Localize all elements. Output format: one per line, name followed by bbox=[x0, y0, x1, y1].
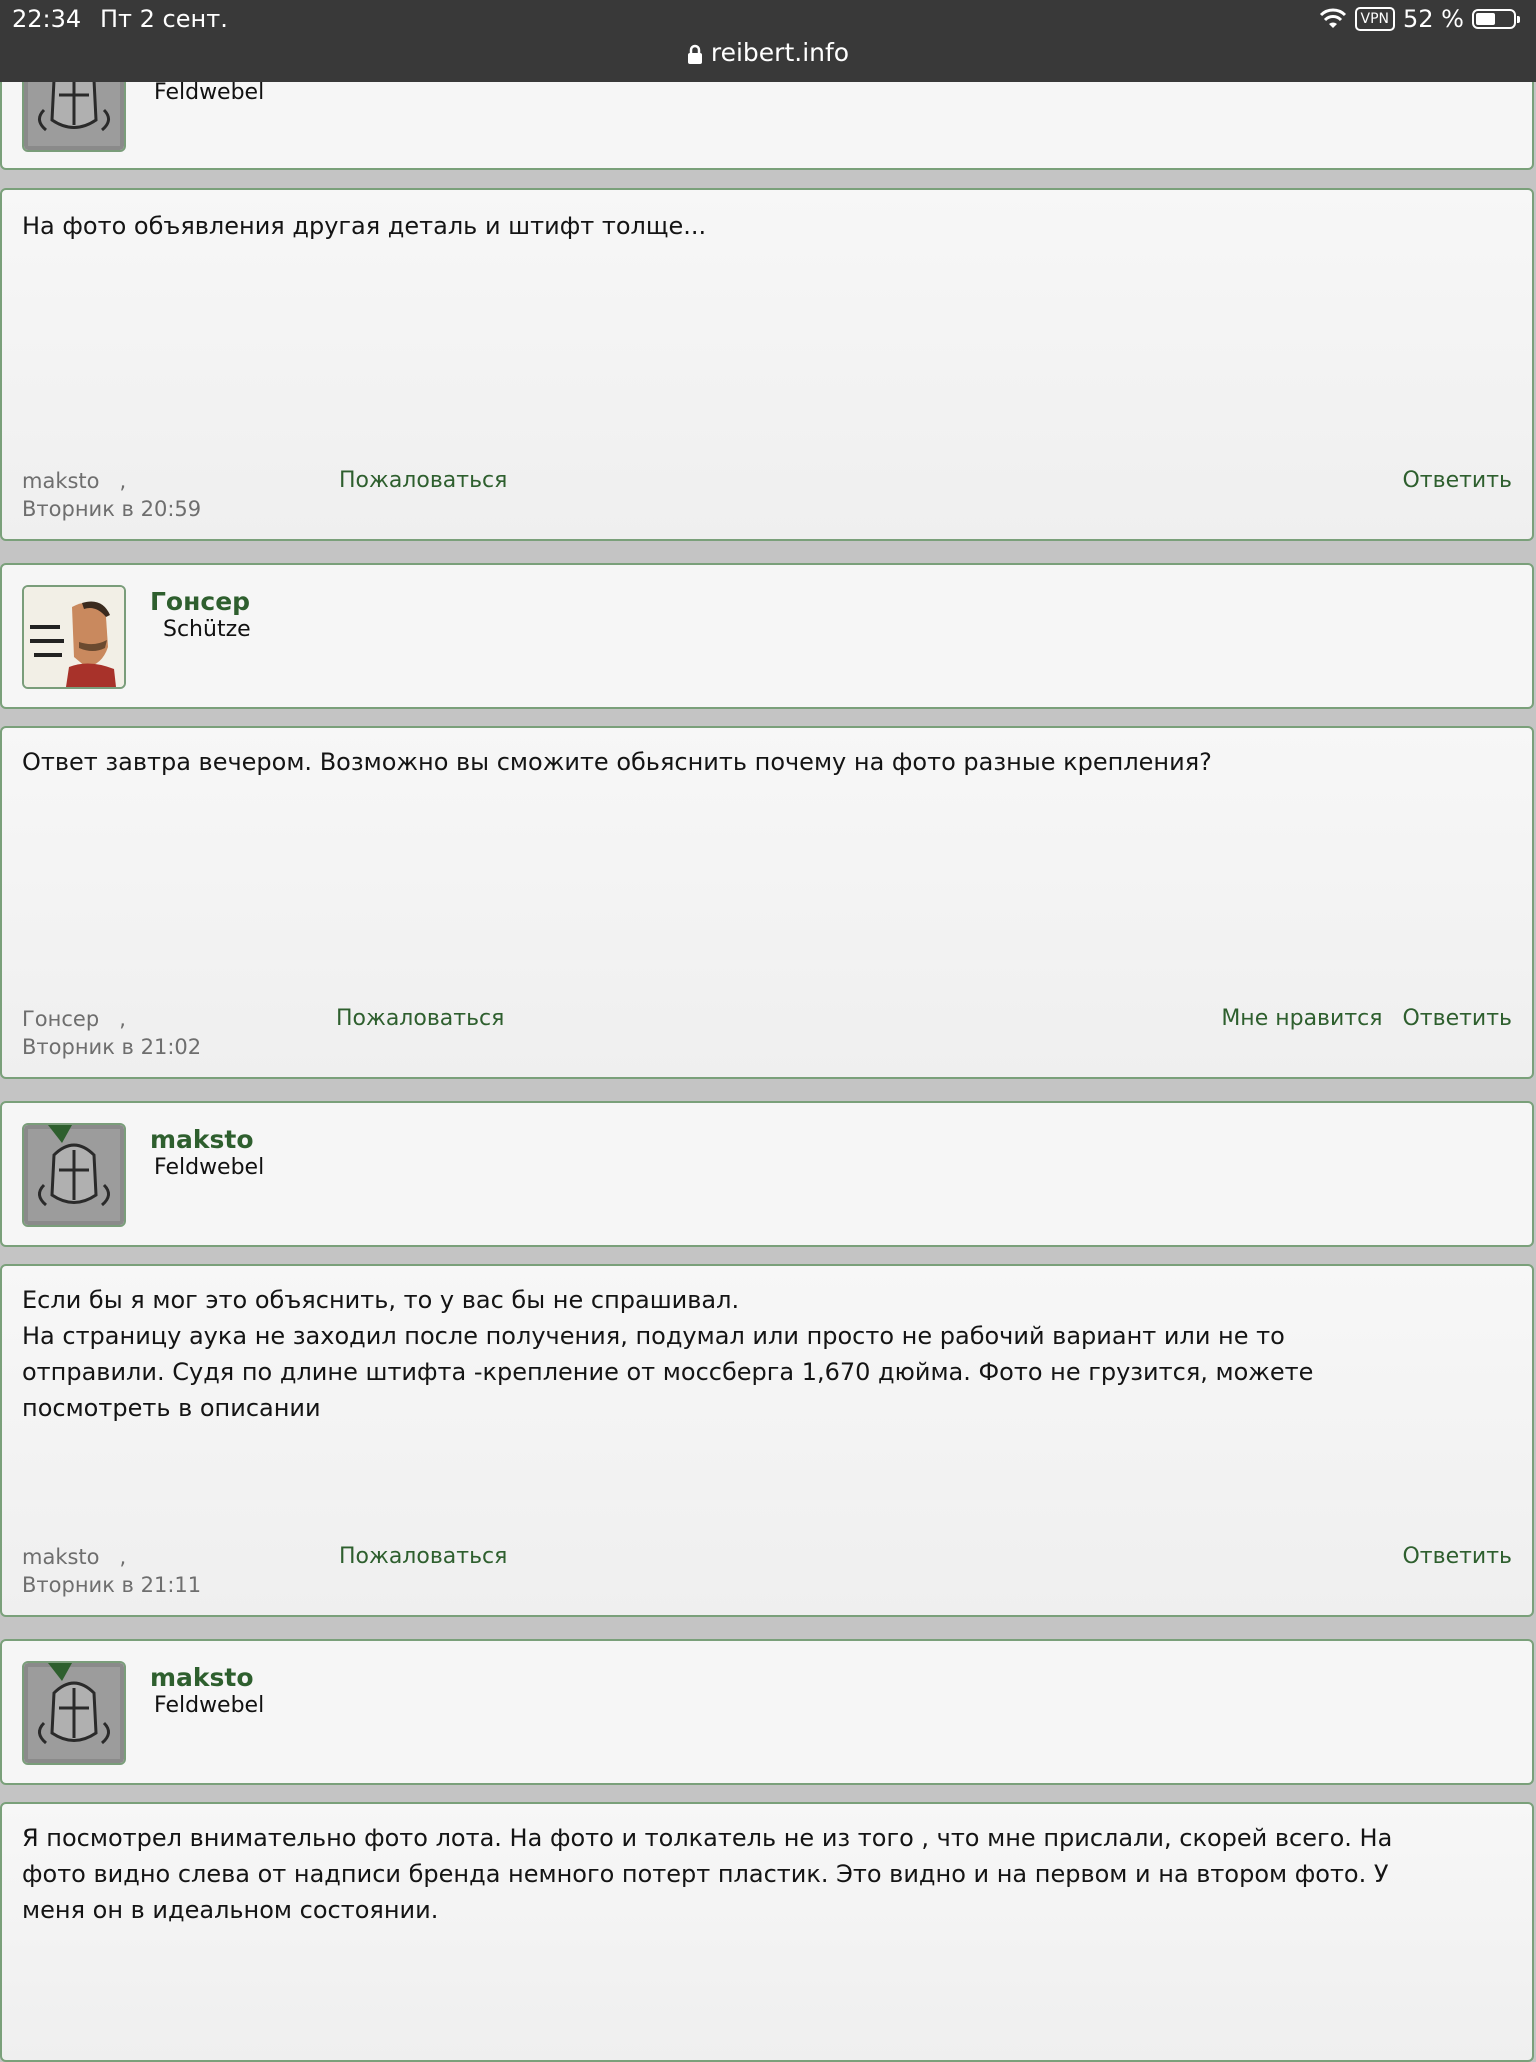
post-text: Если бы я мог это объяснить, то у вас бы… bbox=[22, 1282, 1512, 1426]
post-text-line: посмотреть в описании bbox=[22, 1394, 321, 1422]
user-rank: Feldwebel bbox=[154, 1693, 265, 1718]
post: Если бы я мог это объяснить, то у вас бы… bbox=[0, 1264, 1534, 1617]
vpn-badge: VPN bbox=[1354, 7, 1396, 31]
status-bar: 22:34 Пт 2 сент. VPN 52 % reibert.info bbox=[0, 0, 1536, 82]
post-text-line: Я посмотрел внимательно фото лота. На фо… bbox=[22, 1824, 1393, 1852]
post: Я посмотрел внимательно фото лота. На фо… bbox=[0, 1802, 1534, 2062]
post-date[interactable]: Вторник в 20:59 bbox=[22, 497, 201, 521]
post-date[interactable]: Вторник в 21:11 bbox=[22, 1573, 201, 1597]
user-rank: Schütze bbox=[163, 617, 251, 642]
username-link[interactable]: maksto bbox=[150, 1125, 254, 1154]
username-link[interactable]: maksto bbox=[150, 1663, 254, 1692]
lock-icon bbox=[687, 44, 702, 64]
like-button[interactable]: Мне нравится bbox=[1221, 1006, 1382, 1031]
date: Пт 2 сент. bbox=[100, 5, 228, 33]
post-text: Ответ завтра вечером. Возможно вы сможит… bbox=[22, 748, 1212, 776]
post-text: На фото объявления другая деталь и штифт… bbox=[22, 212, 707, 240]
post-text: Я посмотрел внимательно фото лота. На фо… bbox=[22, 1820, 1512, 1928]
post-actions: Ответить bbox=[1402, 468, 1512, 493]
post-text-line: фото видно слева от надписи бренда немно… bbox=[22, 1860, 1389, 1888]
post: Ответ завтра вечером. Возможно вы сможит… bbox=[0, 726, 1534, 1079]
user-rank: Feldwebel bbox=[154, 80, 265, 105]
post: На фото объявления другая деталь и штифт… bbox=[0, 188, 1534, 541]
crest-avatar-image bbox=[24, 1663, 124, 1763]
avatar[interactable] bbox=[22, 1123, 126, 1227]
reply-button[interactable]: Ответить bbox=[1402, 1006, 1512, 1031]
username-link[interactable]: Гонсер bbox=[150, 587, 250, 616]
post-text-line: отправили. Судя по длине штифта -креплен… bbox=[22, 1358, 1314, 1386]
user-rank: Feldwebel bbox=[154, 1155, 265, 1180]
avatar[interactable] bbox=[22, 585, 126, 689]
report-button[interactable]: Пожаловаться bbox=[339, 1544, 507, 1569]
post-text-line: меня он в идеальном состоянии. bbox=[22, 1896, 439, 1924]
post-text-line: На страницу аука не заходил после получе… bbox=[22, 1322, 1285, 1350]
author-card: Гонсер Schütze bbox=[0, 563, 1534, 709]
url-text: reibert.info bbox=[710, 38, 850, 67]
report-button[interactable]: Пожаловаться bbox=[339, 468, 507, 493]
avatar[interactable] bbox=[22, 1661, 126, 1765]
reply-button[interactable]: Ответить bbox=[1402, 1544, 1512, 1569]
post-author: maksto bbox=[22, 469, 100, 493]
wifi-icon bbox=[1319, 8, 1346, 28]
author-card: maksto Feldwebel bbox=[0, 1101, 1534, 1247]
post-date[interactable]: Вторник в 21:02 bbox=[22, 1035, 201, 1059]
reply-button[interactable]: Ответить bbox=[1402, 468, 1512, 493]
battery-percent: 52 % bbox=[1403, 5, 1464, 33]
post-author: maksto bbox=[22, 1545, 100, 1569]
crest-avatar-image bbox=[24, 1125, 124, 1225]
cossack-avatar-image bbox=[24, 587, 124, 687]
report-button[interactable]: Пожаловаться bbox=[336, 1006, 504, 1031]
post-actions: Мне нравится Ответить bbox=[1221, 1006, 1512, 1031]
post-text-line: Если бы я мог это объяснить, то у вас бы… bbox=[22, 1286, 740, 1314]
status-icons: VPN 52 % bbox=[1319, 5, 1520, 33]
post-author-link[interactable]: maksto , bbox=[22, 1545, 126, 1569]
post-author: Гонсер bbox=[22, 1007, 100, 1031]
post-actions: Ответить bbox=[1402, 1544, 1512, 1569]
clock: 22:34 bbox=[12, 5, 82, 33]
author-card: maksto Feldwebel bbox=[0, 1639, 1534, 1785]
address-bar[interactable]: reibert.info bbox=[0, 38, 1536, 67]
battery-icon bbox=[1472, 9, 1520, 29]
post-author-link[interactable]: maksto , bbox=[22, 469, 126, 493]
post-author-link[interactable]: Гонсер , bbox=[22, 1007, 126, 1031]
